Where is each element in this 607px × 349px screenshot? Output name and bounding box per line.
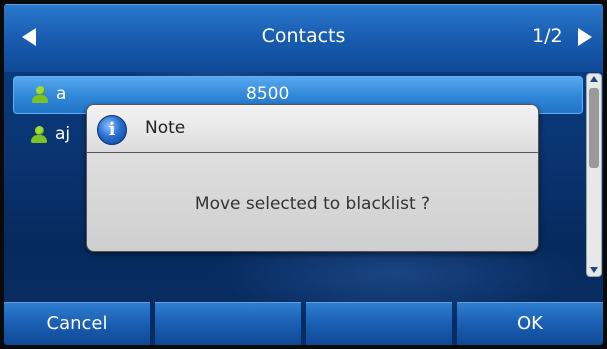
scroll-down-arrow-icon[interactable]: [590, 267, 598, 273]
scroll-thumb[interactable]: [589, 88, 599, 168]
dialog-header: i Note: [87, 105, 538, 153]
contact-name: a: [56, 84, 67, 104]
scrollbar[interactable]: [586, 73, 602, 277]
page-title: Contacts: [261, 25, 346, 47]
scroll-up-arrow-icon[interactable]: [590, 76, 598, 82]
info-icon: i: [97, 115, 127, 145]
dialog-title: Note: [145, 118, 186, 138]
page-indicator: 1/2: [532, 25, 563, 47]
cancel-softkey[interactable]: Cancel: [4, 302, 150, 345]
softkey-bar: Cancel OK: [4, 302, 603, 345]
softkey-2[interactable]: [155, 302, 301, 345]
next-page-arrow-icon[interactable]: [578, 28, 592, 46]
contact-name: aj: [55, 124, 71, 144]
note-dialog: i Note Move selected to blacklist ?: [86, 104, 539, 252]
title-bar: Contacts 1/2: [4, 4, 603, 72]
contact-person-icon: [31, 126, 47, 144]
phone-screen: Contacts 1/2 a 8500 aj i Note Move selec…: [4, 4, 603, 345]
contact-number: 8500: [246, 84, 290, 104]
softkey-3[interactable]: [306, 302, 452, 345]
dialog-message: Move selected to blacklist ?: [194, 194, 431, 214]
ok-softkey[interactable]: OK: [457, 302, 603, 345]
contact-person-icon: [32, 86, 48, 104]
